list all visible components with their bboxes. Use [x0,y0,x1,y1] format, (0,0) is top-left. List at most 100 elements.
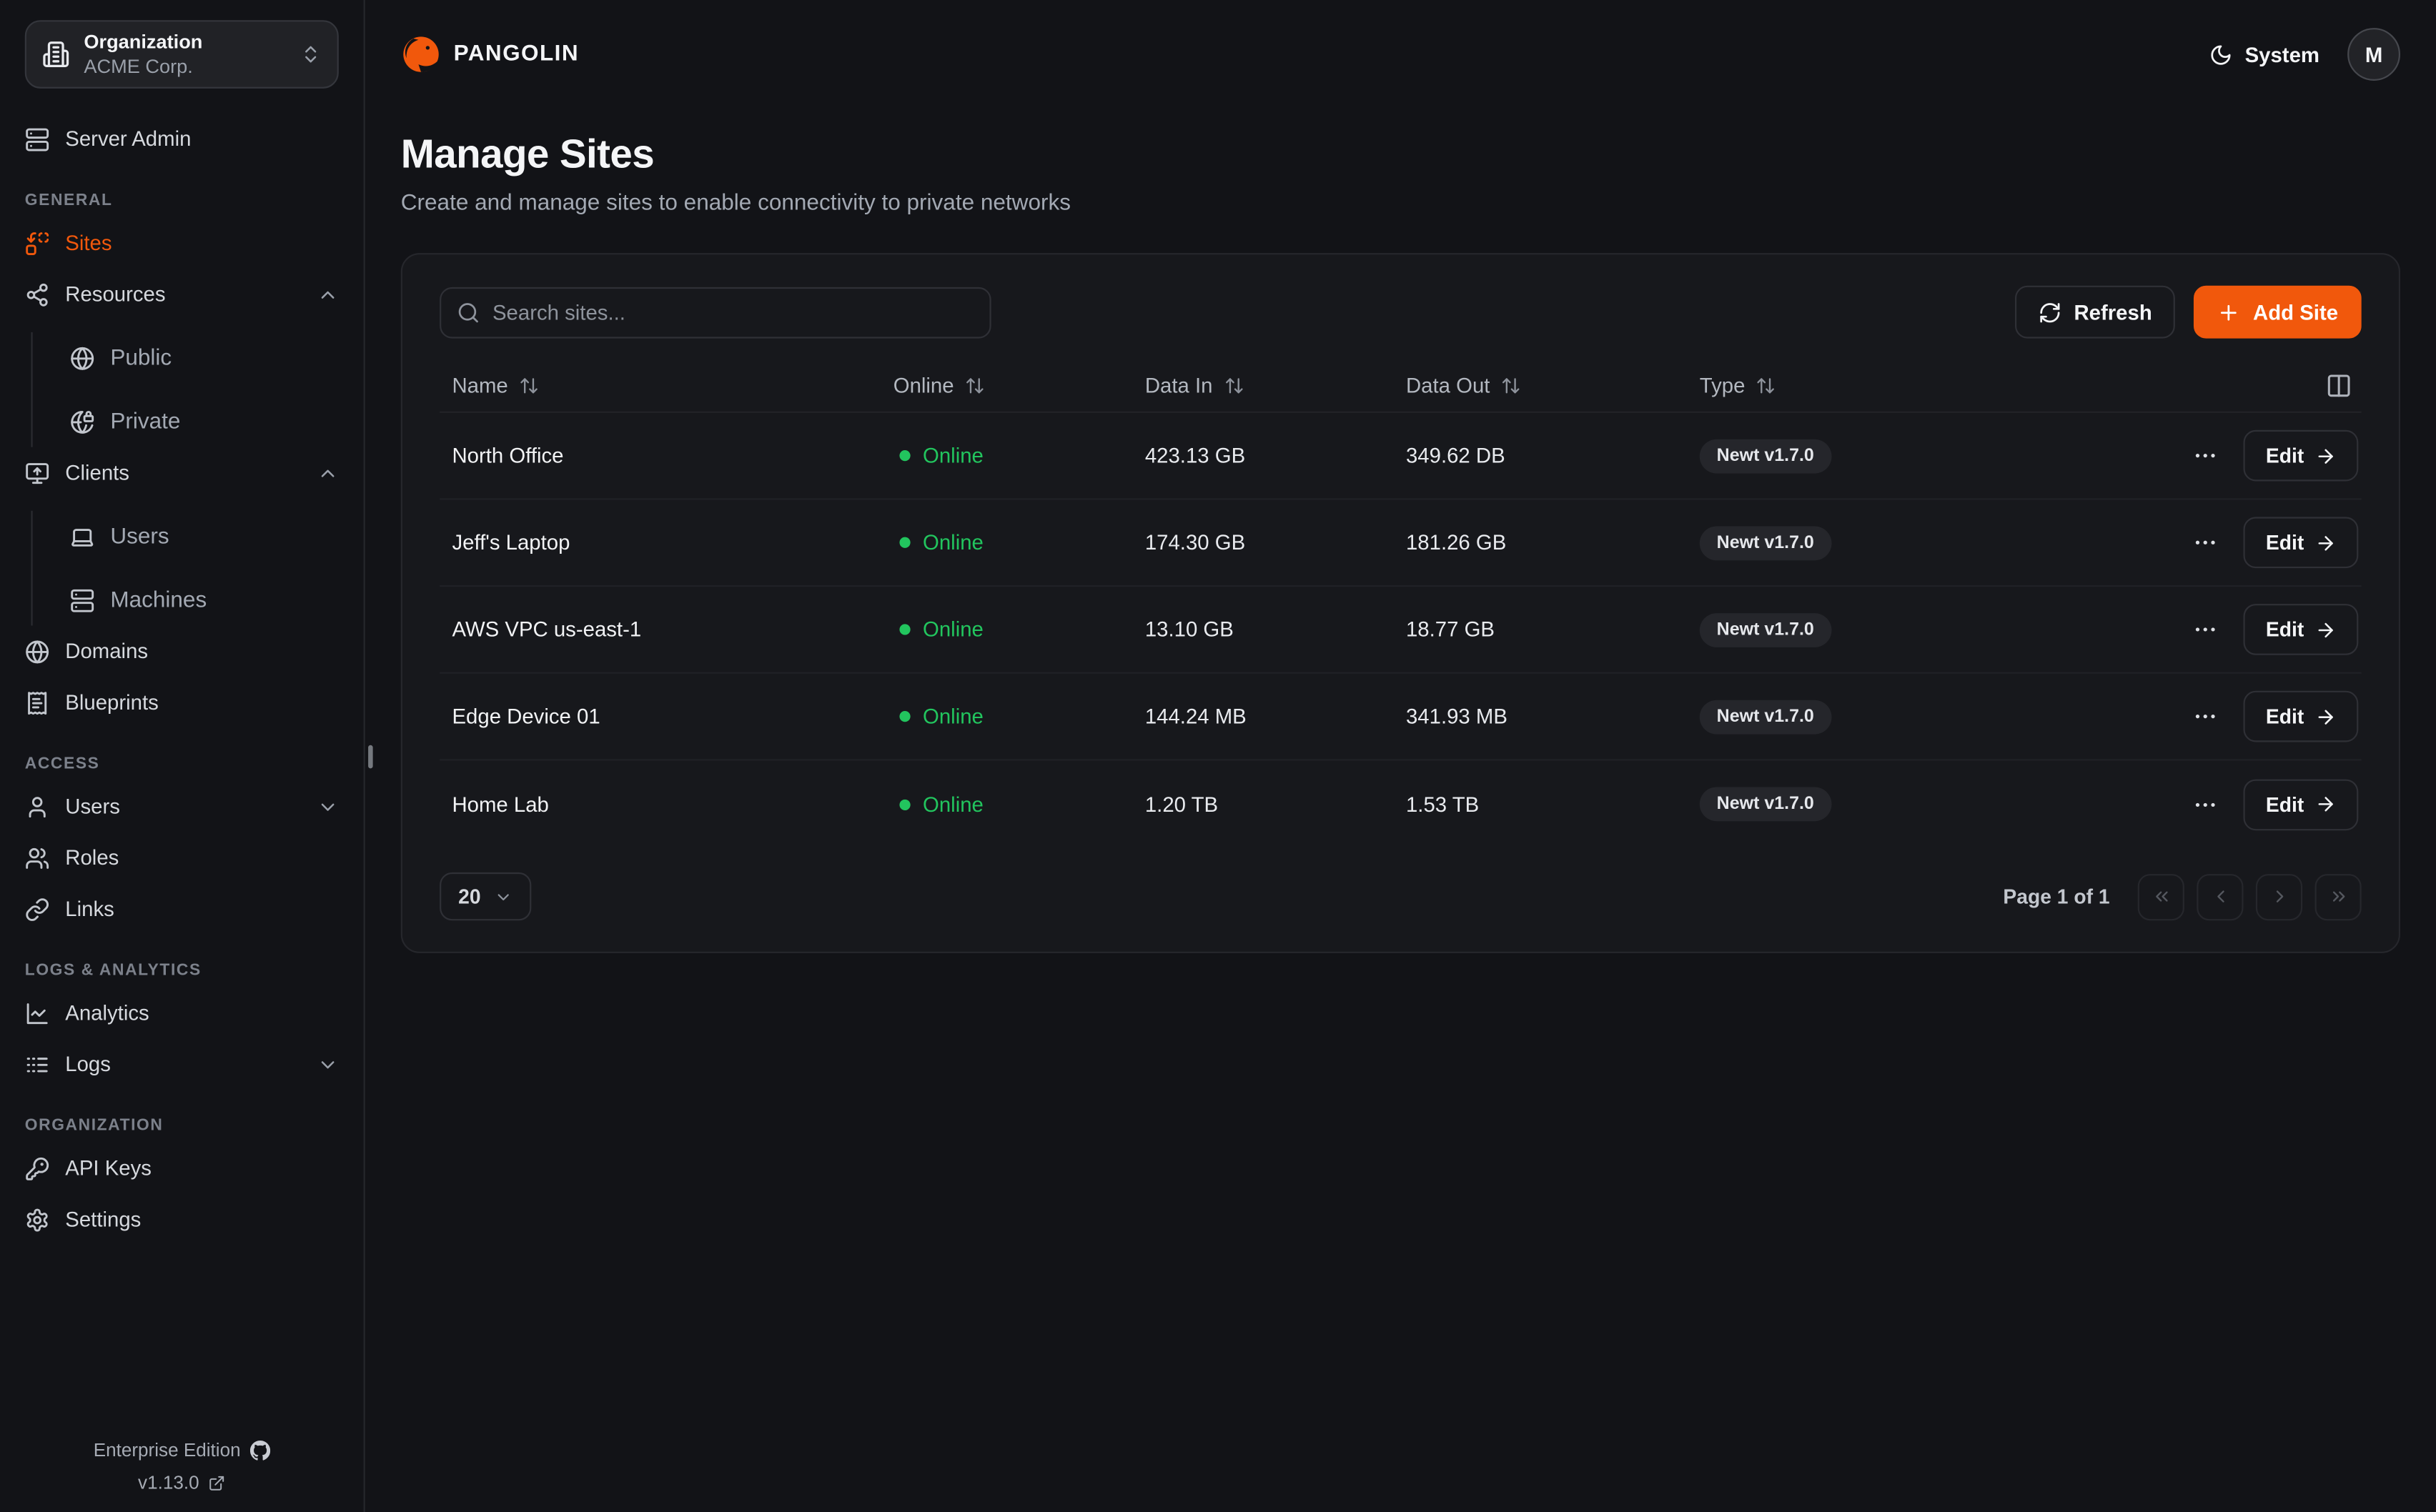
first-page-button[interactable] [2138,873,2184,920]
key-icon [25,1155,50,1180]
table-row: Edge Device 01Online144.24 MB341.93 MBNe… [440,674,2362,761]
sidebar-item-sites[interactable]: Sites [25,217,339,269]
type-badge: Newt v1.7.0 [1700,700,1831,734]
row-actions: Edit [2133,778,2362,830]
chevrons-right-icon [2328,886,2348,906]
column-label: Data In [1145,374,1213,398]
sidebar-item-users[interactable]: Users [33,511,339,562]
sidebar-item-settings[interactable]: Settings [25,1194,339,1245]
table-row: North OfficeOnline423.13 GB349.62 DBNewt… [440,413,2362,500]
edit-button[interactable]: Edit [2244,691,2358,742]
users-icon [25,845,50,870]
sidebar-item-clients[interactable]: Clients [25,447,339,499]
online-status: Online [881,531,1132,554]
page-size-select[interactable]: 20 [440,872,532,920]
brand-logo: PANGOLIN [401,34,579,74]
sidebar-item-public[interactable]: Public [33,332,339,384]
sidebar-item-links[interactable]: Links [25,883,339,935]
user-icon [25,794,50,819]
column-header-data-out[interactable]: Data Out [1394,374,1688,398]
arrow-right-icon [2314,619,2336,640]
row-menu-button[interactable] [2193,442,2219,469]
sidebar-item-domains[interactable]: Domains [25,626,339,677]
sidebar-item-label: API Keys [65,1156,339,1180]
previous-page-button[interactable] [2197,873,2243,920]
columns-icon[interactable] [2326,372,2352,399]
column-header-type[interactable]: Type [1687,374,2133,398]
sidebar-item-label: Roles [65,846,339,870]
edit-label: Edit [2266,792,2304,816]
plus-icon [2217,300,2241,324]
data-in-cell: 423.13 GB [1132,444,1393,467]
last-page-button[interactable] [2314,873,2361,920]
sidebar-item-label: Sites [65,232,339,255]
edit-button[interactable]: Edit [2244,517,2358,568]
sidebar-item-label: Clients [65,461,301,484]
sidebar-item-analytics[interactable]: Analytics [25,988,339,1039]
sidebar-item-private[interactable]: Private [33,396,339,447]
column-header-name[interactable]: Name [440,374,881,398]
sidebar-item-users[interactable]: Users [25,781,339,832]
sidebar-resize-handle[interactable] [368,745,373,769]
add-site-label: Add Site [2253,300,2338,324]
add-site-button[interactable]: Add Site [2194,286,2361,339]
edit-button[interactable]: Edit [2244,430,2358,482]
row-actions: Edit [2133,691,2362,742]
sidebar-item-label: Users [110,524,339,549]
pager-right: Page 1 of 1 [2003,873,2361,920]
sidebar-item-blueprints[interactable]: Blueprints [25,677,339,728]
sort-icon [965,376,985,396]
search-input[interactable] [440,287,991,338]
arrow-right-icon [2314,705,2336,727]
org-switcher[interactable]: Organization ACME Corp. [25,20,339,89]
next-page-button[interactable] [2256,873,2302,920]
sites-card: Refresh Add Site Name Online Data In Data O… [401,253,2400,953]
globe-lock-icon [70,409,95,434]
sidebar-item-api-keys[interactable]: API Keys [25,1143,339,1194]
online-status: Online [881,705,1132,728]
edit-button[interactable]: Edit [2244,604,2358,655]
page-size-value: 20 [458,885,480,908]
data-out-cell: 181.26 GB [1394,531,1688,554]
chevron-down-icon [495,887,513,906]
column-header-online[interactable]: Online [881,374,1132,398]
data-out-cell: 18.77 GB [1394,618,1688,642]
sidebar-item-logs[interactable]: Logs [25,1038,339,1090]
sidebar-item-roles[interactable]: Roles [25,832,339,883]
row-menu-button[interactable] [2193,791,2219,817]
nav-subgroup-clients: Users Machines [31,511,338,626]
version-row[interactable]: v1.13.0 [138,1472,226,1493]
row-menu-button[interactable] [2193,616,2219,642]
edit-label: Edit [2266,705,2304,728]
card-toolbar: Refresh Add Site [440,286,2362,339]
avatar[interactable]: M [2347,28,2400,81]
row-menu-button[interactable] [2193,703,2219,730]
online-status-label: Online [923,705,984,728]
sidebar-item-machines[interactable]: Machines [33,575,339,626]
row-menu-button[interactable] [2193,529,2219,556]
online-status-label: Online [923,444,984,467]
data-in-cell: 174.30 GB [1132,531,1393,554]
type-badge: Newt v1.7.0 [1700,439,1831,473]
edit-button[interactable]: Edit [2244,778,2358,830]
external-link-icon [209,1474,226,1491]
edition-row[interactable]: Enterprise Edition [94,1439,270,1461]
sidebar-item-label: Public [110,345,339,370]
pagination-bar: 20 Page 1 of 1 [440,872,2362,920]
column-label: Data Out [1406,374,1490,398]
edition-label: Enterprise Edition [94,1439,241,1461]
sort-icon [1224,376,1244,396]
site-name-cell: Home Lab [440,792,881,816]
app-root: Organization ACME Corp. Server AdminGENE… [0,0,2436,1512]
refresh-button[interactable]: Refresh [2015,286,2175,339]
column-header-data-in[interactable]: Data In [1132,374,1393,398]
column-label: Name [452,374,508,398]
chevrons-left-icon [2151,886,2171,906]
online-status-label: Online [923,792,984,816]
theme-toggle-button[interactable]: System [2209,43,2319,66]
sidebar-item-resources[interactable]: Resources [25,269,339,320]
sidebar-item-server-admin[interactable]: Server Admin [25,114,339,165]
sites-icon [25,231,50,256]
refresh-icon [2038,300,2061,324]
topbar: PANGOLIN System M [401,0,2400,109]
